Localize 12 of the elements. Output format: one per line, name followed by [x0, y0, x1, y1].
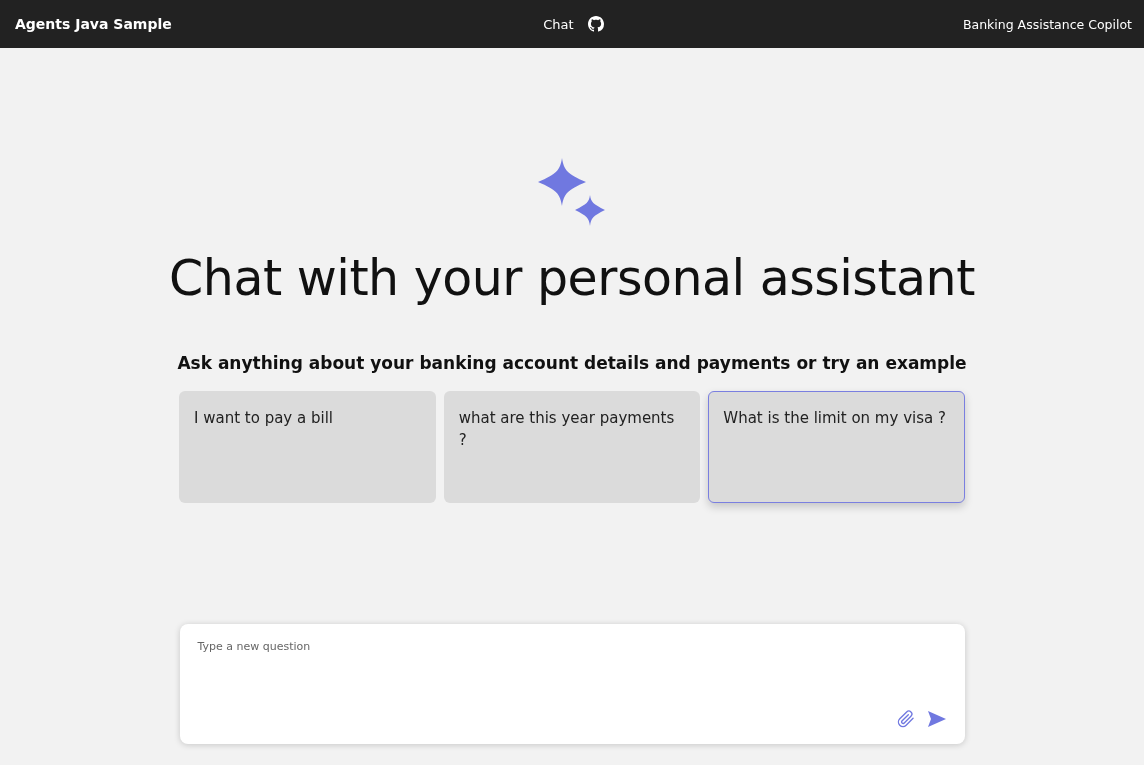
chat-link[interactable]: Chat [543, 16, 574, 32]
example-card[interactable]: what are this year payments ? [443, 391, 701, 503]
send-icon[interactable] [926, 710, 947, 728]
github-icon[interactable] [587, 16, 604, 32]
hero-title: Chat with your personal assistant [169, 250, 975, 307]
example-card[interactable]: What is the limit on my visa ? [708, 391, 965, 503]
question-field[interactable]: Type a new question [179, 624, 965, 744]
app-title: Agents Java Sample [15, 16, 173, 32]
example-card[interactable]: I want to pay a bill [179, 391, 436, 503]
header-subtitle: Banking Assistance Copilot [962, 16, 1132, 32]
paperclip-icon[interactable] [896, 710, 915, 728]
hero-prompt: Ask anything about your banking account details and payments or try an example [177, 353, 967, 373]
